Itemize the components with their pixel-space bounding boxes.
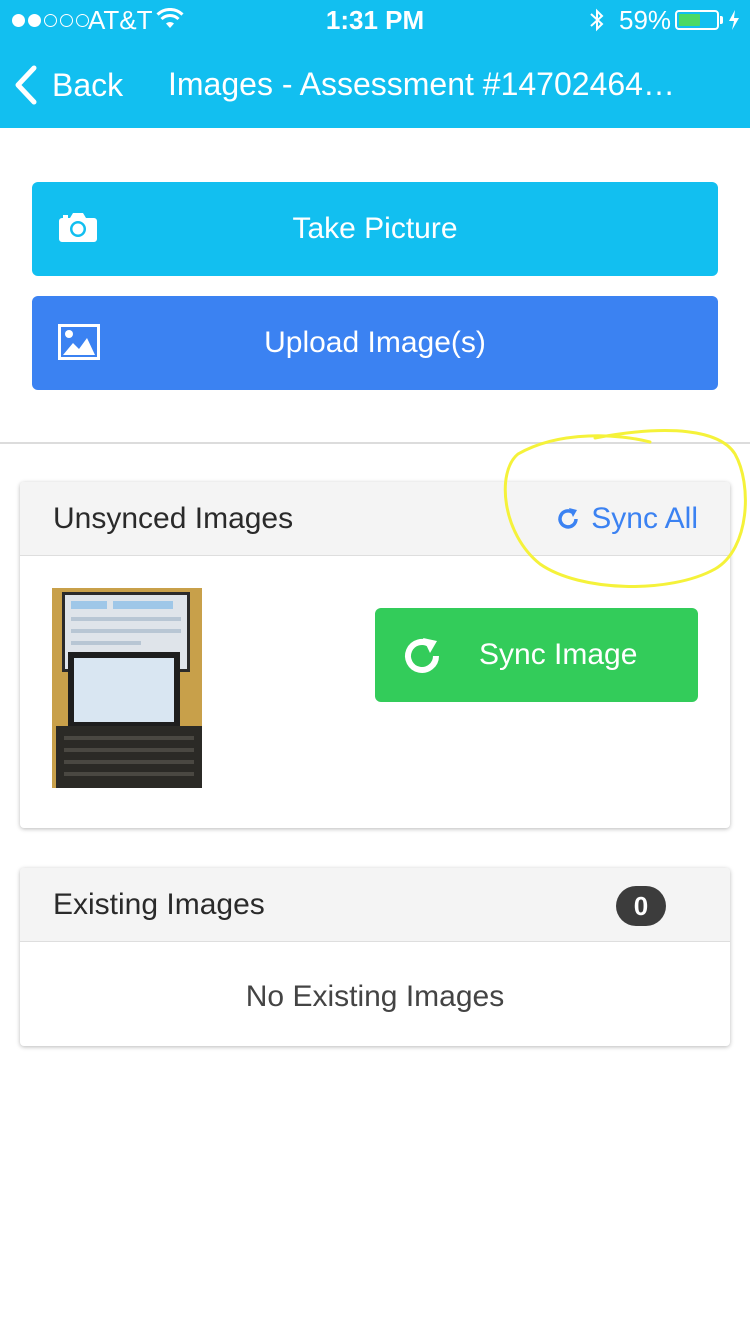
refresh-icon: [558, 508, 579, 529]
existing-images-count-badge: 0: [616, 886, 666, 926]
chevron-left-icon: [15, 65, 37, 105]
camera-icon: [59, 213, 97, 242]
take-picture-label: Take Picture: [292, 212, 458, 245]
sync-image-label: Sync Image: [479, 638, 638, 671]
empty-state-text: No Existing Images: [245, 980, 505, 1013]
back-label: Back: [52, 67, 124, 103]
status-bar: AT&T 1:31 PM 59%: [0, 0, 750, 40]
thumbnail-laptop-screen: [68, 652, 180, 728]
bluetooth-icon: [590, 8, 604, 32]
existing-images-title: Existing Images: [53, 888, 265, 921]
battery-level: [679, 14, 701, 26]
sync-image-button[interactable]: Sync Image: [375, 608, 698, 702]
sync-all-button[interactable]: Sync All: [555, 500, 698, 538]
take-picture-button[interactable]: Take Picture: [32, 182, 718, 276]
upload-images-label: Upload Image(s): [264, 326, 486, 359]
back-button[interactable]: Back: [14, 64, 123, 106]
existing-images-card: Existing Images 0 No Existing Images: [20, 868, 730, 1046]
refresh-icon: [405, 638, 439, 673]
app-header: AT&T 1:31 PM 59% Back Images - Assessmen…: [0, 0, 750, 128]
unsynced-images-header: Unsynced Images Sync All: [20, 482, 730, 556]
page-title: Images - Assessment #14702464…: [168, 66, 675, 102]
section-divider: [0, 442, 750, 444]
unsynced-image-thumbnail[interactable]: [52, 588, 202, 788]
image-icon: [58, 324, 100, 360]
battery-icon: [675, 10, 719, 30]
sync-all-label: Sync All: [591, 502, 698, 535]
upload-images-button[interactable]: Upload Image(s): [32, 296, 718, 390]
unsynced-images-title: Unsynced Images: [53, 502, 294, 535]
charging-bolt-icon: [729, 10, 739, 30]
thumbnail-keyboard: [56, 726, 202, 788]
battery-percent: 59%: [619, 5, 672, 35]
battery-tip: [720, 16, 723, 24]
existing-images-header: Existing Images 0: [20, 868, 730, 942]
unsynced-images-card: Unsynced Images Sync All Sync Image: [20, 482, 730, 828]
navigation-bar: Back Images - Assessment #14702464…: [0, 40, 750, 128]
